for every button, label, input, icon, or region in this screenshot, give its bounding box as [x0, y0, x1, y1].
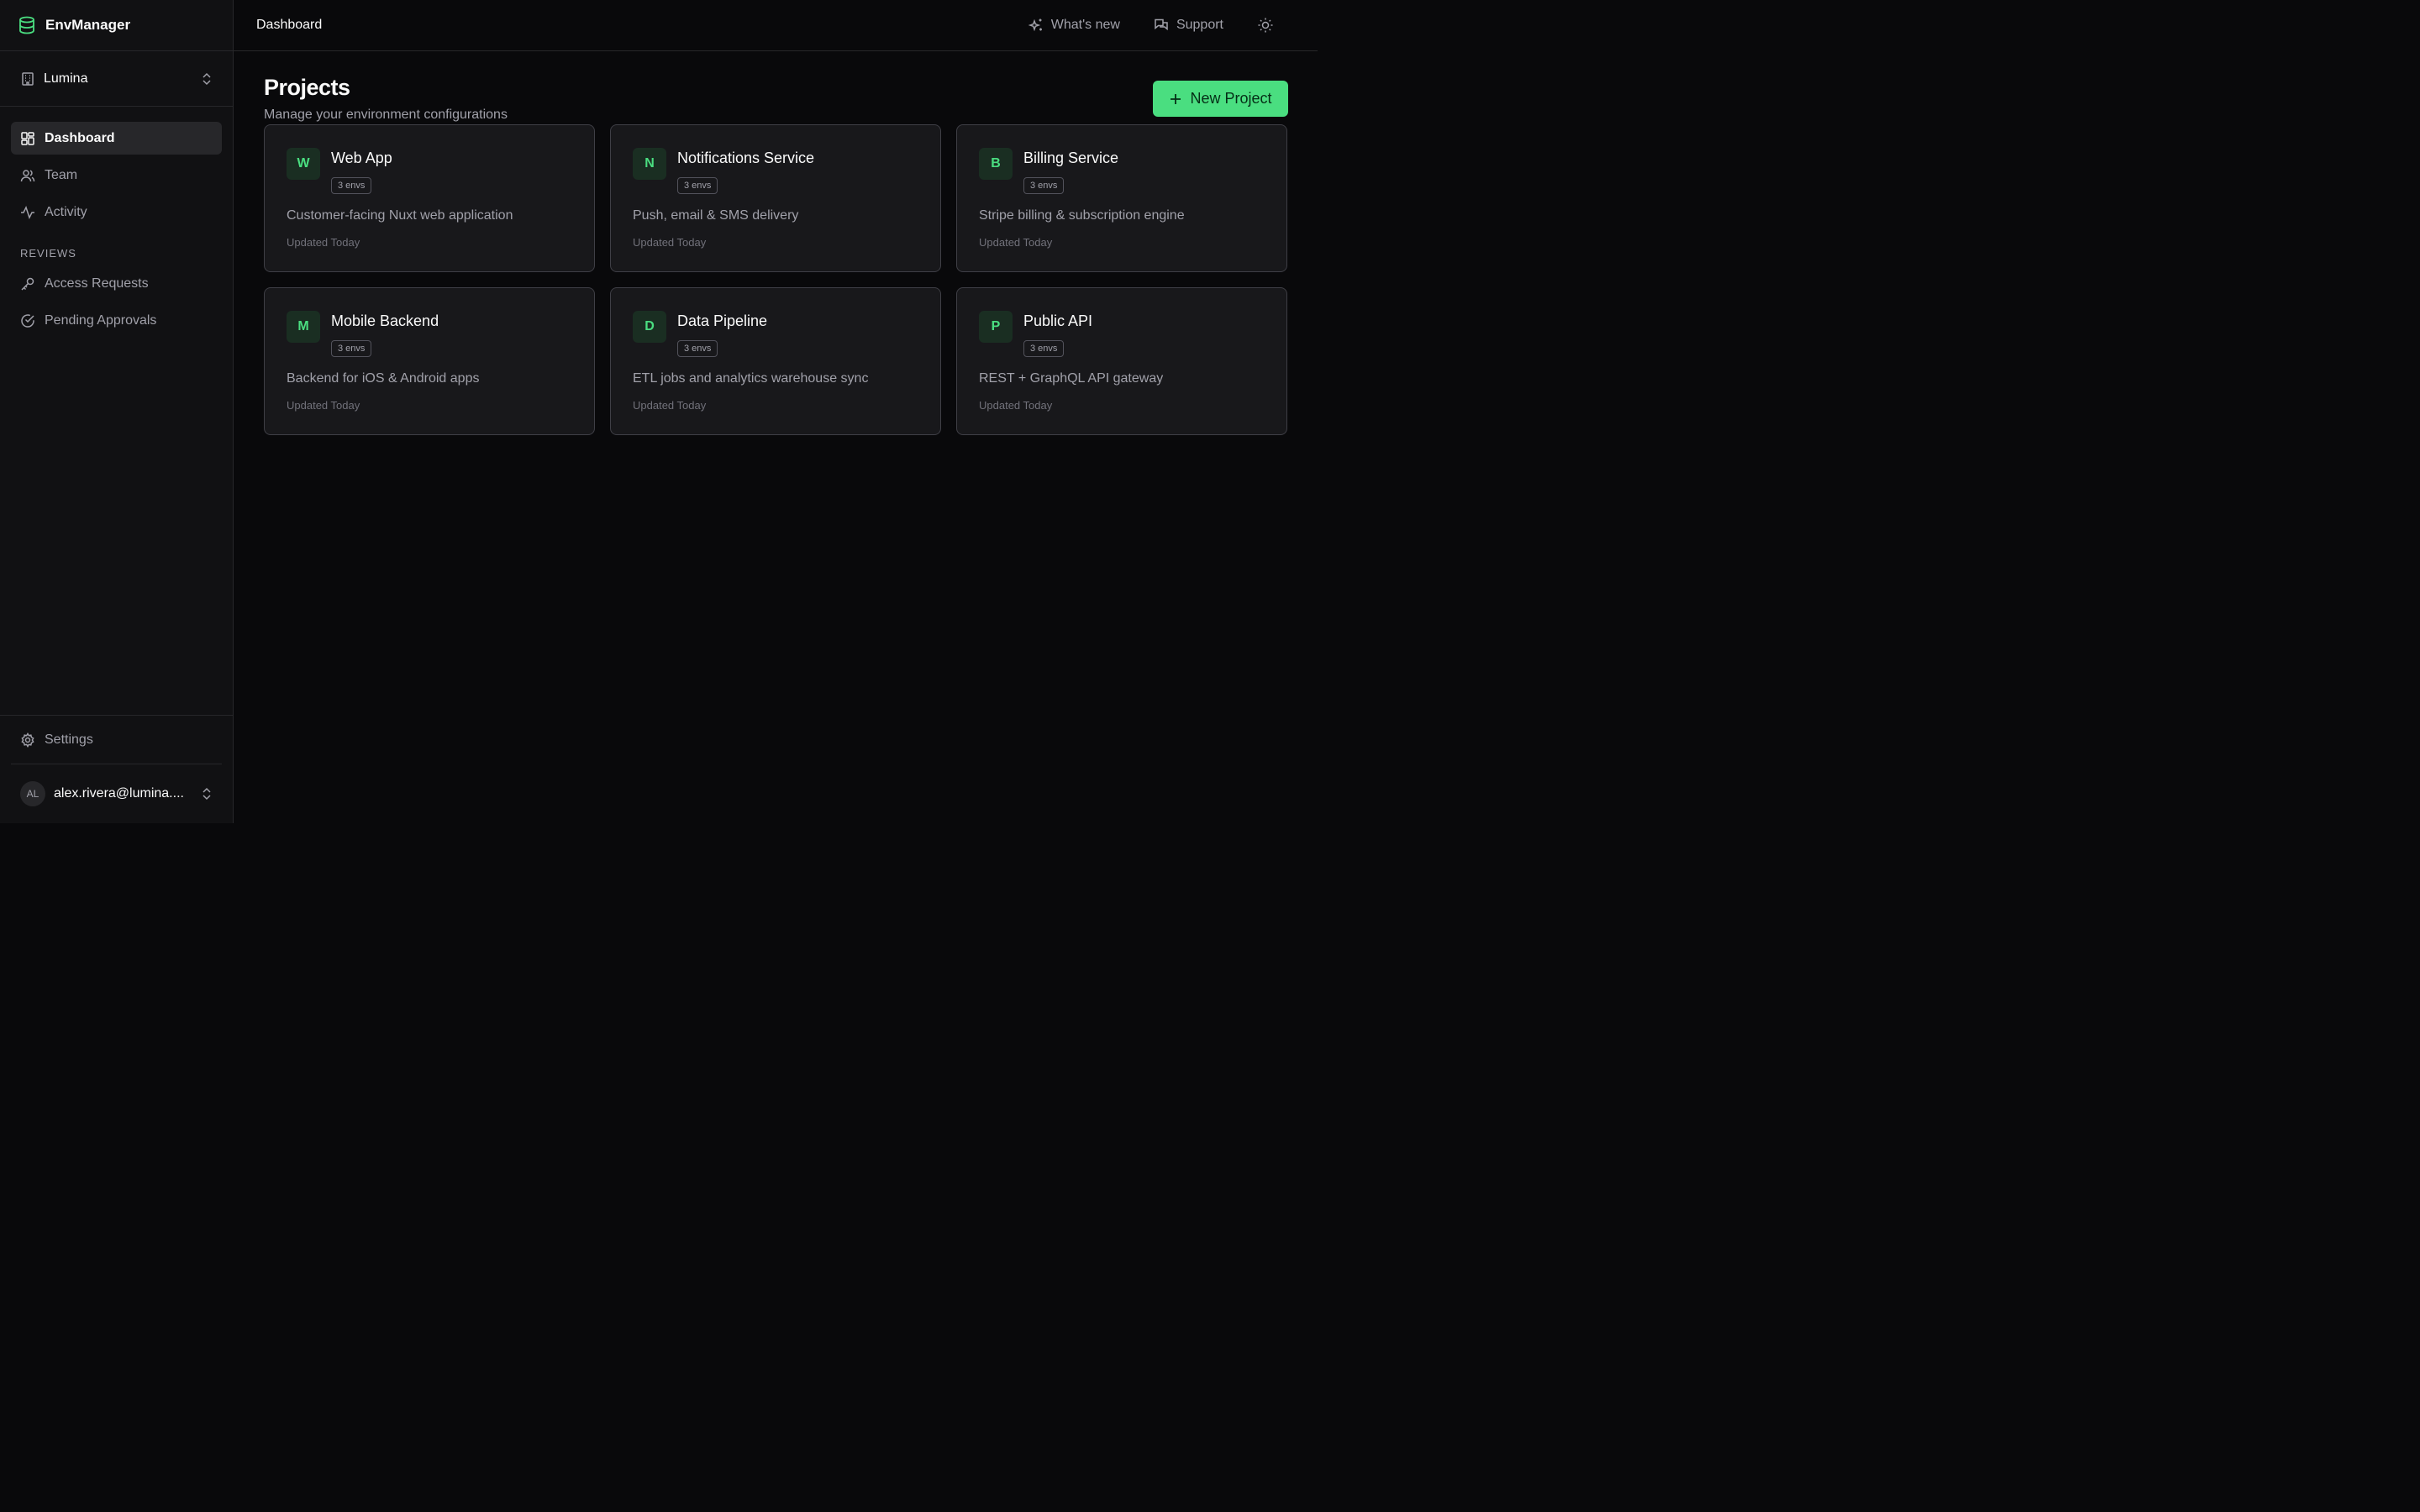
project-card[interactable]: P Public API 3 envs REST + GraphQL API g… — [956, 287, 1287, 435]
project-updated: Updated Today — [633, 399, 707, 412]
key-icon — [20, 276, 35, 291]
project-avatar: W — [287, 148, 320, 180]
sidebar-item-access-requests[interactable]: Access Requests — [11, 267, 222, 300]
support-label: Support — [1176, 18, 1223, 32]
sidebar-item-settings[interactable]: Settings — [0, 716, 233, 764]
env-count-badge: 3 envs — [331, 340, 372, 357]
dashboard-icon — [20, 131, 35, 146]
sidebar-item-label: Access Requests — [45, 276, 149, 291]
project-avatar: B — [979, 148, 1013, 180]
sun-icon — [1257, 17, 1274, 34]
project-name: Mobile Backend — [331, 312, 439, 329]
support-button[interactable]: Support — [1154, 18, 1223, 33]
sidebar-item-dashboard[interactable]: Dashboard — [11, 122, 222, 155]
avatar: AL — [20, 781, 45, 806]
sidebar-item-activity[interactable]: Activity — [11, 196, 222, 228]
page-title: Projects — [264, 75, 350, 100]
project-description: REST + GraphQL API gateway — [979, 371, 1164, 386]
project-description: Push, email & SMS delivery — [633, 208, 799, 223]
users-icon — [20, 168, 35, 183]
sidebar-item-pending-approvals[interactable]: Pending Approvals — [11, 304, 222, 337]
env-count-badge: 3 envs — [677, 177, 718, 194]
project-name: Data Pipeline — [677, 312, 768, 329]
new-project-button[interactable]: New Project — [1153, 81, 1288, 117]
project-updated: Updated Today — [979, 236, 1053, 249]
chevrons-up-down-icon — [201, 72, 213, 86]
sidebar: EnvManager Lumina Dashboard Team Activit… — [0, 0, 234, 823]
plus-icon — [1169, 92, 1182, 106]
project-updated: Updated Today — [287, 236, 360, 249]
gear-icon — [20, 732, 35, 748]
project-grid: W Web App 3 envs Customer-facing Nuxt we… — [264, 124, 1288, 435]
page-subtitle: Manage your environment configurations — [264, 108, 508, 122]
database-icon — [18, 16, 35, 34]
activity-icon — [20, 205, 35, 220]
env-count-badge: 3 envs — [331, 177, 372, 194]
project-description: Backend for iOS & Android apps — [287, 371, 480, 386]
chevrons-up-down-icon — [201, 787, 213, 801]
org-name: Lumina — [44, 71, 88, 86]
user-menu[interactable]: AL alex.rivera@lumina.... — [0, 764, 233, 823]
project-card[interactable]: B Billing Service 3 envs Stripe billing … — [956, 124, 1287, 272]
env-count-badge: 3 envs — [677, 340, 718, 357]
new-project-label: New Project — [1190, 90, 1272, 107]
project-name: Billing Service — [1023, 150, 1119, 166]
user-email: alex.rivera@lumina.... — [54, 786, 184, 801]
brand-name: EnvManager — [45, 17, 131, 33]
reviews-section-label: REVIEWS — [20, 247, 76, 260]
project-avatar: M — [287, 311, 320, 343]
chat-icon — [1154, 18, 1169, 33]
project-avatar: D — [633, 311, 666, 343]
settings-label: Settings — [45, 732, 93, 747]
building-icon — [20, 71, 35, 87]
brand[interactable]: EnvManager — [0, 0, 233, 51]
project-card[interactable]: D Data Pipeline 3 envs ETL jobs and anal… — [610, 287, 941, 435]
sidebar-item-label: Dashboard — [45, 130, 115, 145]
whats-new-button[interactable]: What's new — [1028, 18, 1120, 33]
project-card[interactable]: N Notifications Service 3 envs Push, ema… — [610, 124, 941, 272]
sparkles-icon — [1028, 18, 1044, 33]
sidebar-nav: Dashboard Team Activity REVIEWS Access R… — [0, 107, 233, 337]
sidebar-item-label: Pending Approvals — [45, 312, 157, 328]
app-root: EnvManager Lumina Dashboard Team Activit… — [0, 0, 1318, 823]
topbar: Dashboard What's new Support — [234, 0, 1318, 51]
breadcrumb: Dashboard — [256, 18, 323, 32]
sidebar-item-team[interactable]: Team — [11, 159, 222, 192]
project-updated: Updated Today — [633, 236, 707, 249]
project-avatar: P — [979, 311, 1013, 343]
project-avatar: N — [633, 148, 666, 180]
project-updated: Updated Today — [287, 399, 360, 412]
sidebar-footer: Settings AL alex.rivera@lumina.... — [0, 715, 233, 823]
sidebar-item-label: Team — [45, 167, 78, 182]
sidebar-item-label: Activity — [45, 204, 87, 219]
env-count-badge: 3 envs — [1023, 177, 1065, 194]
whats-new-label: What's new — [1050, 18, 1120, 32]
theme-toggle-button[interactable] — [1257, 17, 1274, 34]
env-count-badge: 3 envs — [1023, 340, 1065, 357]
project-name: Public API — [1023, 312, 1093, 329]
project-name: Web App — [331, 150, 392, 166]
project-card[interactable]: M Mobile Backend 3 envs Backend for iOS … — [264, 287, 595, 435]
project-card[interactable]: W Web App 3 envs Customer-facing Nuxt we… — [264, 124, 595, 272]
project-name: Notifications Service — [677, 150, 815, 166]
project-updated: Updated Today — [979, 399, 1053, 412]
org-switcher[interactable]: Lumina — [0, 51, 233, 107]
project-description: Stripe billing & subscription engine — [979, 208, 1185, 223]
check-circle-icon — [20, 313, 35, 328]
project-description: Customer-facing Nuxt web application — [287, 208, 513, 223]
project-description: ETL jobs and analytics warehouse sync — [633, 371, 869, 386]
